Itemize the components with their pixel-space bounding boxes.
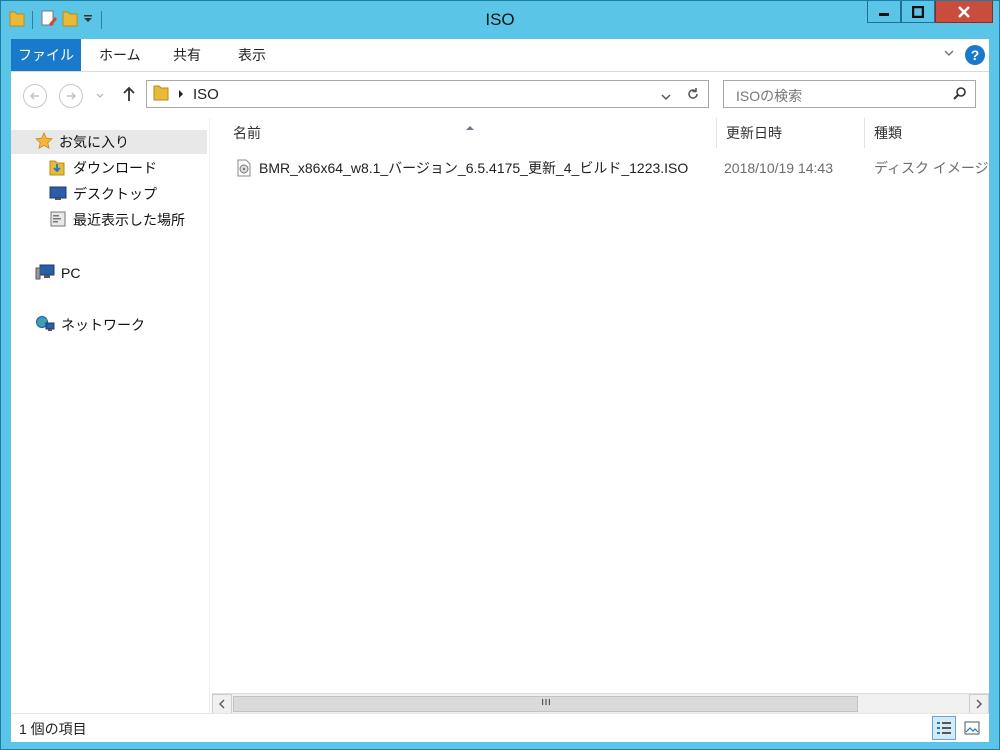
large-icons-view-button[interactable] (960, 716, 984, 740)
window-title: ISO (485, 10, 515, 29)
nav-network[interactable]: ネットワーク (11, 313, 145, 337)
window-controls (867, 1, 993, 23)
back-button[interactable] (23, 84, 47, 108)
details-view-icon (937, 722, 951, 734)
refresh-button[interactable] (686, 87, 700, 105)
forward-button[interactable] (59, 84, 83, 108)
nav-pc[interactable]: PC (11, 261, 80, 285)
address-bar[interactable]: ISO (146, 80, 709, 108)
tab-home[interactable]: ホーム (85, 41, 155, 69)
arrow-right-icon (67, 92, 77, 100)
recent-locations-button[interactable] (95, 88, 105, 104)
recent-places-icon (49, 210, 67, 231)
search-icon[interactable] (952, 86, 967, 104)
chevron-down-icon (96, 93, 104, 98)
desktop-icon (49, 185, 67, 204)
nav-downloads[interactable]: ダウンロード (11, 156, 157, 180)
navigation-bar: ISO ISOの検索 (11, 72, 989, 118)
nav-recent-places-label: 最近表示した場所 (73, 212, 185, 228)
nav-favorites[interactable]: お気に入り (11, 130, 207, 154)
column-header-type[interactable]: 種類 (865, 118, 989, 148)
disc-image-icon (236, 159, 252, 183)
chevron-right-icon (976, 699, 982, 709)
breadcrumb-item[interactable]: ISO (193, 86, 219, 103)
file-list: 名前 更新日時 種類 BMR_x86x64_w8.1_バージョン_6.5.417… (212, 118, 989, 713)
item-count: 1 個の項目 (19, 721, 87, 737)
tab-view[interactable]: 表示 (224, 41, 280, 69)
nav-desktop-label: デスクトップ (73, 186, 157, 202)
column-header-name[interactable]: 名前 (224, 118, 717, 148)
scrollbar-thumb[interactable] (233, 696, 858, 712)
chevron-down-icon (661, 94, 671, 101)
ribbon-controls: ? (943, 45, 985, 65)
expand-ribbon-icon[interactable] (943, 47, 955, 63)
chevron-left-icon (219, 699, 225, 709)
folder-icon (153, 83, 169, 105)
file-name: BMR_x86x64_w8.1_バージョン_6.5.4175_更新_4_ビルド_… (259, 160, 689, 176)
refresh-icon (688, 88, 698, 99)
up-button[interactable] (121, 85, 137, 107)
search-box[interactable]: ISOの検索 (723, 80, 976, 108)
ribbon-tabs: ファイル ホーム 共有 表示 ? (11, 39, 989, 72)
close-icon (958, 5, 970, 18)
file-type: ディスク イメージ ファ (874, 160, 989, 176)
tab-share[interactable]: 共有 (159, 41, 215, 69)
scroll-left-button[interactable] (212, 694, 232, 714)
file-row[interactable]: BMR_x86x64_w8.1_バージョン_6.5.4175_更新_4_ビルド_… (212, 156, 989, 180)
maximize-icon (912, 5, 924, 18)
minimize-icon (879, 12, 889, 16)
arrow-left-icon (29, 92, 39, 100)
search-placeholder: ISOの検索 (736, 88, 803, 104)
network-icon (35, 315, 55, 336)
content-area: お気に入り ダウンロード デスクトップ 最近表示した場所 PC ネットワーク 名… (11, 118, 989, 714)
navigation-pane: お気に入り ダウンロード デスクトップ 最近表示した場所 PC ネットワーク (11, 118, 210, 713)
details-view-button[interactable] (932, 716, 956, 740)
star-icon (35, 131, 53, 153)
breadcrumb-separator-icon[interactable] (177, 86, 185, 103)
column-header-modified[interactable]: 更新日時 (717, 118, 865, 148)
nav-downloads-label: ダウンロード (73, 160, 157, 176)
maximize-button[interactable] (901, 1, 935, 23)
minimize-button[interactable] (867, 1, 901, 23)
title-bar: ISO (1, 1, 999, 39)
close-button[interactable] (935, 1, 993, 23)
large-icons-view-icon (964, 721, 980, 735)
horizontal-scrollbar[interactable] (212, 693, 989, 714)
downloads-icon (49, 158, 65, 179)
arrow-up-icon (123, 86, 135, 101)
address-history-button[interactable] (660, 89, 672, 106)
help-button[interactable]: ? (965, 45, 985, 65)
explorer-window: ISO ファイル ホーム 共有 表示 ? ISO ISOの検索 お気に入り ダウ… (0, 0, 1000, 750)
nav-network-label: ネットワーク (61, 317, 145, 333)
tab-file[interactable]: ファイル (11, 39, 81, 71)
status-bar: 1 個の項目 (11, 713, 989, 742)
grip-icon (541, 699, 550, 705)
nav-pc-label: PC (61, 265, 81, 281)
computer-icon (35, 263, 55, 284)
nav-favorites-label: お気に入り (59, 134, 129, 150)
scroll-right-button[interactable] (969, 694, 989, 714)
nav-desktop[interactable]: デスクトップ (11, 182, 157, 206)
file-modified: 2018/10/19 14:43 (724, 160, 833, 176)
nav-recent-places[interactable]: 最近表示した場所 (11, 208, 185, 232)
